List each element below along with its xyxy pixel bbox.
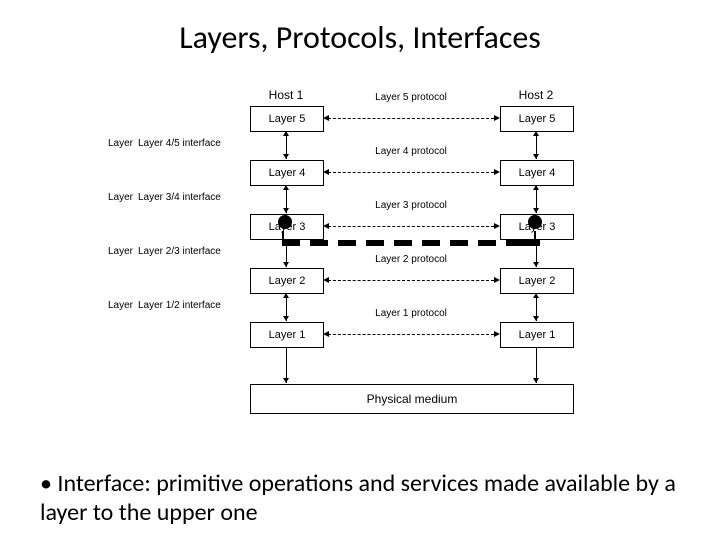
annotation-dash-icon (478, 240, 496, 246)
host1-label: Host 1 (246, 88, 326, 102)
arrow-down-icon (283, 262, 289, 267)
iface-12-label: Layer 1/2 interface (138, 300, 278, 311)
annotation-dash-icon (422, 240, 440, 246)
annotation-dash-icon (282, 240, 300, 246)
arrow-right-icon (494, 277, 500, 283)
host2-layer1: Layer 1 (500, 322, 574, 348)
annotation-dash-icon (310, 240, 328, 246)
arrow-up-icon (283, 185, 289, 190)
arrow-down-icon (283, 378, 289, 383)
bullet-interface-def: Interface: primitive operations and serv… (40, 470, 680, 528)
host2-label: Host 2 (496, 88, 576, 102)
arrow-right-icon (494, 169, 500, 175)
arrow-down-icon (533, 378, 539, 383)
arrow-down-icon (533, 208, 539, 213)
annotation-dash-icon (450, 240, 468, 246)
proto2-label: Layer 2 protocol (346, 254, 476, 265)
arrow-right-icon (494, 115, 500, 121)
annotation-dash-icon (394, 240, 412, 246)
iface-23-label: Layer 2/3 interface (138, 246, 278, 257)
arrow-left-icon (323, 115, 329, 121)
arrow-up-icon (533, 293, 539, 298)
arrow-left-icon (323, 331, 329, 337)
proto1-line (328, 334, 494, 335)
slide-title: Layers, Protocols, Interfaces (0, 18, 720, 57)
arrow-down-icon (533, 154, 539, 159)
proto4-line (328, 172, 494, 173)
host1-layer4: Layer 4 (250, 160, 324, 186)
host1-layer2: Layer 2 (250, 268, 324, 294)
arrow-up-icon (533, 131, 539, 136)
annotation-dot-icon (528, 215, 542, 229)
arrow-up-icon (283, 131, 289, 136)
physical-medium: Physical medium (250, 384, 574, 414)
arrow-down-icon (533, 262, 539, 267)
proto3-line (328, 226, 494, 227)
host1-layer1: Layer 1 (250, 322, 324, 348)
annotation-dash-icon (338, 240, 356, 246)
iface-45-label: Layer 4/5 interface (138, 138, 278, 149)
arrow-down-icon (283, 316, 289, 321)
proto1-label: Layer 1 protocol (346, 308, 476, 319)
arrow-down-icon (283, 154, 289, 159)
proto5-line (328, 118, 494, 119)
host2-layer5: Layer 5 (500, 106, 574, 132)
annotation-dot-icon (278, 215, 292, 229)
arrow-right-icon (494, 223, 500, 229)
iface-34-label: Layer 3/4 interface (138, 192, 278, 203)
annotation-dash-icon (522, 240, 540, 246)
proto5-label: Layer 5 protocol (346, 92, 476, 103)
arrow-left-icon (323, 169, 329, 175)
arrow-down-icon (283, 208, 289, 213)
host1-layer5: Layer 5 (250, 106, 324, 132)
layers-diagram: Host 1 Host 2 Layer 5 Layer 5 Layer 5 pr… (150, 88, 590, 458)
arrow-up-icon (283, 293, 289, 298)
proto3-label: Layer 3 protocol (346, 200, 476, 211)
annotation-dash-icon (366, 240, 384, 246)
arrow-left-icon (323, 223, 329, 229)
arrow-up-icon (533, 185, 539, 190)
host2-layer4: Layer 4 (500, 160, 574, 186)
arrow-down-icon (533, 316, 539, 321)
proto2-line (328, 280, 494, 281)
host2-layer2: Layer 2 (500, 268, 574, 294)
proto4-label: Layer 4 protocol (346, 146, 476, 157)
arrow-right-icon (494, 331, 500, 337)
arrow-left-icon (323, 277, 329, 283)
